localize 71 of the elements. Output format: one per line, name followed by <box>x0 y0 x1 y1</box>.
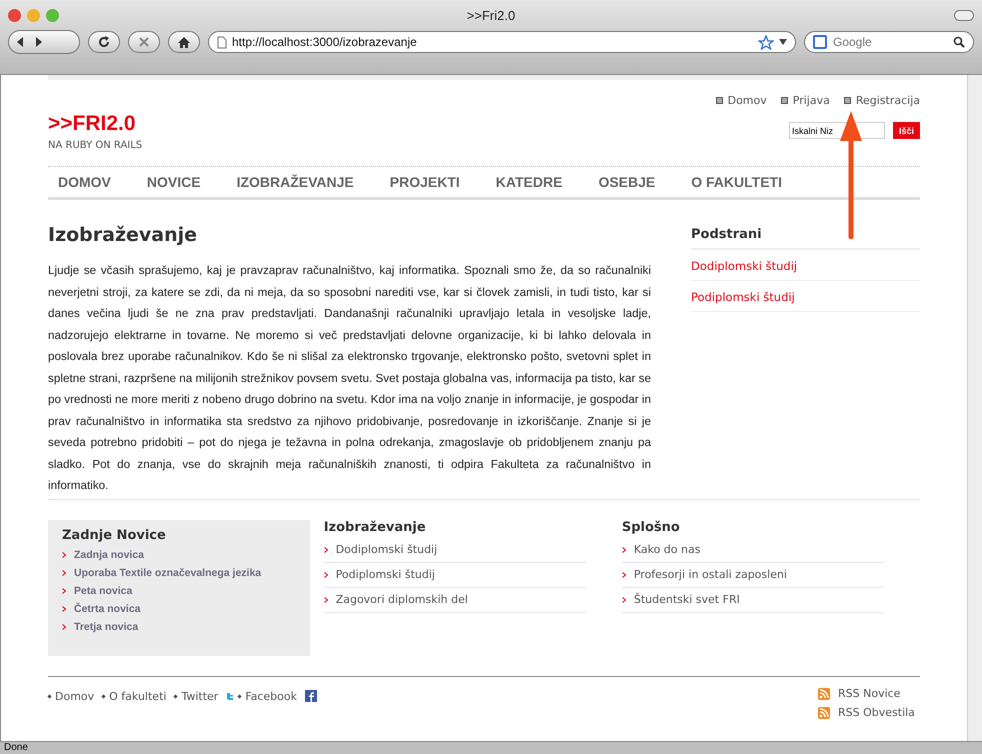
home-button[interactable] <box>168 31 200 53</box>
site-tagline: NA RUBY ON RAILS <box>48 140 142 151</box>
chevron-icon <box>62 588 66 594</box>
rss-link[interactable]: RSS Obvestila <box>818 706 920 719</box>
footer-link[interactable]: Kako do nas <box>622 538 884 563</box>
footer-link[interactable]: Zadnja novica <box>62 546 296 564</box>
footer-nav-link[interactable]: Domov <box>48 690 94 702</box>
rss-link[interactable]: RSS Novice <box>818 687 920 700</box>
footer-nav-link[interactable]: Twitter <box>174 690 218 702</box>
square-icon[interactable] <box>813 35 827 49</box>
footer-heading: Izobraževanje <box>324 520 427 535</box>
stop-button[interactable] <box>128 31 160 53</box>
footer-link[interactable]: Peta novica <box>62 582 296 600</box>
bird-icon[interactable] <box>226 692 234 700</box>
footer-link[interactable]: Uporaba Textile označevalnega jezika <box>62 564 296 582</box>
nav-tab[interactable]: O FAKULTETI <box>682 174 791 190</box>
star-icon[interactable] <box>758 34 774 50</box>
site-logo[interactable]: >>FRI2.0 <box>48 112 142 136</box>
footer-link[interactable]: Študentski svet FRI <box>622 588 884 613</box>
chevron-icon <box>62 552 66 558</box>
footer-link[interactable]: Podiplomski študij <box>324 563 586 588</box>
search-icon[interactable] <box>953 36 965 48</box>
sidebar-link[interactable]: Podiplomski študij <box>691 281 920 312</box>
sidebar-heading: Podstrani <box>691 224 920 250</box>
footer-link[interactable]: Četrta novica <box>62 600 296 618</box>
article-text: Ljudje se včasih sprašujemo, kaj je pravzaprav računalništvo, kaj informatika. Spoznali smo že, da so računalniki neverjetni stroji, za katere se zdi, da ni meja, da so sposobni narediti vse, kar si človek zamisli, in tudi tisto, kar si danes večina ljudi še ne zna prav predstavljati. Dandanašnji računalniki upravljajo letala in vesoljske ladje, nadzorujejo elektrarne in tovarne. Ne moremo si več predstavljati delovne organizacije, ki bi lahko delovala in poslovala brez uporabe računalnikov. Kdo še ni slišal za elektronsko trgovanje, elektronsko pošto, svetovni splet in spletne strani, razpršene na milijonih strežnikov povsem svetu. Svet postaja globalna vas, informacija pa tisto, kar se po vrednosti ne more meriti z nobeno drugo dobrino na svetu. Kdor ima na voljo znanje in informacije, je gospodar in prav računalništvo in informatika sta sredstvo za njihovo pridobivanje, posredovanje in izkoriščanje. Znanje si je seveda potrebno pridobiti – pot do njega je težavna in polna odrekanja, zmagoslavje ob pridobljenem znanju pa sladko. Pot do znanja, vse do skrajnih meja računalniških znanosti, ti odpira Fakulteta za računalništvo in informatiko. <box>48 263 651 494</box>
chevron-icon <box>324 572 328 578</box>
header-link[interactable]: Registracija <box>844 94 920 107</box>
page-heading: Izobraževanje <box>48 224 198 246</box>
nav-tab[interactable]: IZOBRAŽEVANJE <box>228 174 363 190</box>
sidebar-link[interactable]: Dodiplomski študij <box>691 250 920 281</box>
nav-tab[interactable]: NOVICE <box>138 174 210 190</box>
reload-icon[interactable] <box>97 35 111 49</box>
back-forward-button[interactable] <box>8 30 80 54</box>
status-text: Done <box>4 742 28 753</box>
chevron-icon <box>324 546 328 552</box>
nav-tab[interactable]: KATEDRE <box>486 174 572 190</box>
page-icon <box>217 36 227 48</box>
facebook-icon[interactable] <box>305 690 317 702</box>
chevron-icon <box>62 570 66 576</box>
footer-link[interactable]: Dodiplomski študij <box>324 538 586 563</box>
nav-tab[interactable]: DOMOV <box>48 174 120 190</box>
chevron-icon <box>622 572 626 578</box>
home-icon[interactable] <box>177 36 191 48</box>
footer-nav-link[interactable]: Facebook <box>238 690 297 702</box>
nav-tab[interactable]: OSEBJE <box>589 174 664 190</box>
header-link[interactable]: Domov <box>716 94 767 107</box>
search-button[interactable]: Išči <box>892 122 920 139</box>
chevron-icon <box>622 546 626 552</box>
footer-link[interactable]: Tretja novica <box>62 618 296 636</box>
rss-icon[interactable] <box>818 688 830 700</box>
close-icon[interactable] <box>8 8 21 22</box>
footer-heading: Splošno <box>622 520 681 535</box>
chevron-icon <box>324 596 328 602</box>
chevron-icon <box>622 596 626 602</box>
caret-icon[interactable] <box>779 39 787 45</box>
footer-link[interactable]: Zagovori diplomskih del <box>324 588 586 613</box>
window-title: >>Fri2.0 <box>466 8 516 22</box>
reload-button[interactable] <box>88 31 120 53</box>
address-field[interactable]: http://localhost:3000/izobrazevanje <box>208 31 796 53</box>
chevron-icon <box>62 624 66 630</box>
toolbar-toggle-icon[interactable] <box>954 10 974 20</box>
nav-tab[interactable]: PROJEKTI <box>380 174 469 190</box>
footer-nav-link[interactable]: O fakulteti <box>102 690 166 702</box>
close-icon[interactable] <box>138 36 150 48</box>
footer-heading: Zadnje Novice <box>62 528 167 543</box>
search-box[interactable]: Google <box>804 31 974 53</box>
rss-icon[interactable] <box>818 706 830 718</box>
chevron-icon <box>62 606 66 612</box>
header-link[interactable]: Prijava <box>780 94 830 107</box>
footer-link[interactable]: Profesorji in ostali zaposleni <box>622 563 884 588</box>
